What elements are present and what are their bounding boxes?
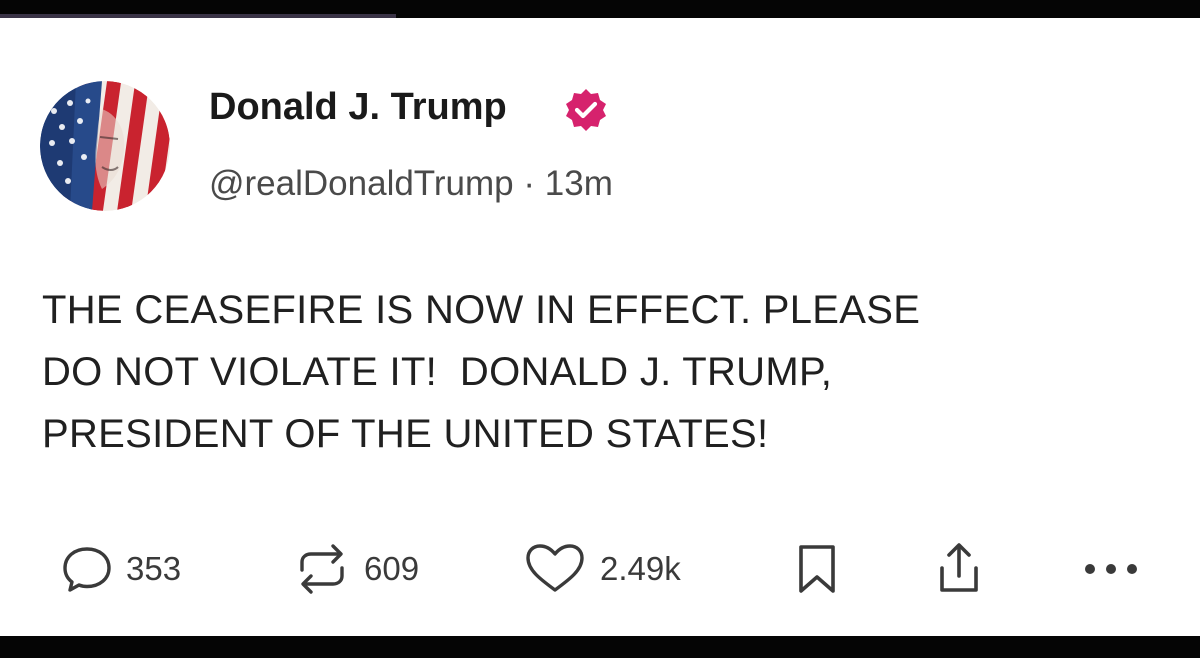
retruth-button[interactable]: 609	[292, 544, 419, 594]
screenshot-frame: Donald J. Trump @realDonaldTrump · 13m T…	[0, 0, 1200, 658]
post-text-line: DO NOT VIOLATE IT! DONALD J. TRUMP,	[42, 350, 833, 394]
heart-icon	[526, 544, 584, 592]
post-body: THE CEASEFIRE IS NOW IN EFFECT. PLEASE D…	[42, 279, 1162, 465]
like-button[interactable]: 2.49k	[522, 544, 681, 594]
reply-button[interactable]: 353	[60, 544, 181, 594]
author-meta-line: @realDonaldTrump · 13m	[209, 164, 613, 204]
video-bottom-bar	[0, 636, 1200, 658]
post-timestamp[interactable]: 13m	[545, 164, 613, 203]
retruth-count: 609	[364, 550, 420, 587]
more-options-button[interactable]	[1082, 544, 1140, 594]
more-dots-icon	[1085, 564, 1137, 574]
retruth-icon	[300, 544, 344, 594]
share-button[interactable]	[932, 543, 986, 594]
share-icon	[940, 543, 978, 592]
bookmark-button[interactable]	[794, 544, 840, 594]
author-avatar[interactable]	[40, 81, 170, 211]
post-actions-bar: 353 609 2.49k	[0, 528, 1200, 608]
post-text-line: THE CEASEFIRE IS NOW IN EFFECT. PLEASE	[42, 288, 921, 332]
avatar-image	[40, 81, 170, 211]
reply-count: 353	[126, 550, 182, 587]
like-count: 2.49k	[600, 550, 681, 587]
author-handle[interactable]: @realDonaldTrump	[209, 164, 514, 203]
video-top-bar	[0, 0, 1200, 18]
meta-separator: ·	[523, 164, 536, 203]
post-text-line: PRESIDENT OF THE UNITED STATES!	[42, 412, 769, 456]
reply-icon	[63, 547, 111, 592]
post-card: Donald J. Trump @realDonaldTrump · 13m T…	[0, 18, 1200, 636]
bookmark-icon	[799, 545, 835, 593]
author-display-name[interactable]: Donald J. Trump	[209, 86, 507, 129]
verified-badge-icon	[566, 89, 606, 131]
